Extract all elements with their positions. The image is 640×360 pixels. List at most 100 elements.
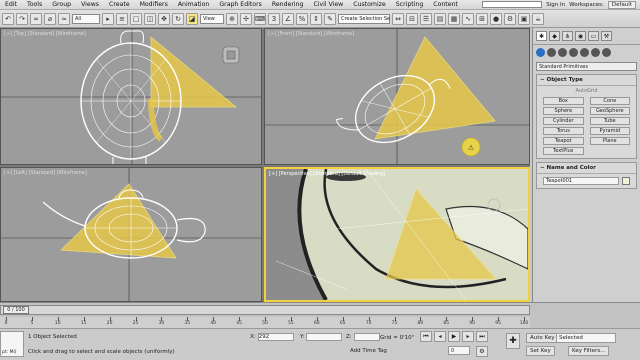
undo-icon[interactable]: ↶ (2, 12, 14, 25)
viewport-label-top[interactable]: [+] [Top] [Standard] [Wireframe] (4, 31, 86, 37)
graphite-toolbar-icon[interactable]: ▦ (448, 12, 460, 25)
window-crossing-icon[interactable]: ◫ (144, 12, 156, 25)
viewport-front[interactable]: ⚠ [+] [Front] [Standard] [Wireframe] (264, 28, 530, 165)
cylinder-button[interactable]: Cylinder (543, 117, 584, 125)
x-field[interactable]: 292 (257, 333, 294, 341)
edit-named-selection-icon[interactable]: ✎ (324, 12, 336, 25)
object-name-input[interactable]: Teapot001 (543, 177, 619, 185)
snaps-toggle-icon[interactable]: 3 (268, 12, 280, 25)
menu-item-views[interactable]: Views (76, 1, 104, 8)
select-manipulate-icon[interactable]: ✢ (240, 12, 252, 25)
y-field[interactable] (306, 333, 343, 341)
time-slider[interactable]: 0 / 100 (0, 305, 530, 315)
menu-item-customize[interactable]: Customize (348, 1, 390, 8)
curve-editor-icon[interactable]: ∿ (462, 12, 474, 25)
rectangular-selection-icon[interactable]: □ (130, 12, 142, 25)
material-editor-icon[interactable]: ● (490, 12, 502, 25)
spinner-snap-icon[interactable]: ⇕ (310, 12, 322, 25)
spacewarps-category-icon[interactable] (591, 48, 600, 57)
menu-item-create[interactable]: Create (104, 1, 135, 8)
viewport-top[interactable]: [+] [Top] [Standard] [Wireframe] (0, 28, 262, 165)
keyboard-shortcut-icon[interactable]: ⌨ (254, 12, 266, 25)
hierarchy-tab-icon[interactable]: ⋔ (562, 31, 573, 41)
pivot-point-icon[interactable]: ⊕ (226, 12, 238, 25)
scale-icon[interactable]: ◪ (186, 12, 198, 25)
maxscript-listener[interactable]: pt: Mi) (0, 331, 24, 357)
systems-category-icon[interactable] (602, 48, 611, 57)
go-to-end-icon[interactable]: ⏭ (476, 331, 488, 342)
primitive-type-dropdown[interactable]: Standard Primitives (536, 62, 637, 71)
menu-item-civil-view[interactable]: Civil View (308, 1, 348, 8)
layer-explorer-icon[interactable]: ▤ (434, 12, 446, 25)
add-time-tag[interactable]: Add Time Tag (350, 348, 387, 354)
sphere-button[interactable]: Sphere (543, 107, 584, 115)
create-tab-icon[interactable]: ✱ (536, 31, 547, 41)
utilities-tab-icon[interactable]: ⚒ (601, 31, 612, 41)
menu-item-animation[interactable]: Animation (173, 1, 215, 8)
selection-filter-dropdown[interactable]: All (72, 13, 100, 24)
schematic-view-icon[interactable]: ⊞ (476, 12, 488, 25)
sign-in-link[interactable]: Sign In (546, 2, 565, 8)
torus-button[interactable]: Torus (543, 127, 584, 135)
box-button[interactable]: Box (543, 97, 584, 105)
time-slider-thumb[interactable]: 0 / 100 (3, 306, 29, 314)
auto-key-button[interactable]: Auto Key (526, 333, 559, 343)
object-color-swatch[interactable] (622, 177, 630, 185)
bind-space-warp-icon[interactable]: ≈ (58, 12, 70, 25)
key-mode-dropdown[interactable]: Selected (556, 333, 616, 343)
menu-item-scripting[interactable]: Scripting (391, 1, 429, 8)
menu-item-modifiers[interactable]: Modifiers (135, 1, 173, 8)
menu-item-rendering[interactable]: Rendering (267, 1, 309, 8)
redo-icon[interactable]: ↷ (16, 12, 28, 25)
select-by-name-icon[interactable]: ≡ (116, 12, 128, 25)
previous-frame-icon[interactable]: ◂ (434, 331, 446, 342)
lights-category-icon[interactable] (558, 48, 567, 57)
move-icon[interactable]: ✥ (158, 12, 170, 25)
geosphere-button[interactable]: GeoSphere (589, 107, 630, 115)
menu-item-group[interactable]: Group (47, 1, 76, 8)
render-setup-icon[interactable]: ⚙ (504, 12, 516, 25)
link-icon[interactable]: ∞ (30, 12, 42, 25)
viewport-label-perspective[interactable]: [+] [Perspective] [Standard] [Default Sh… (269, 171, 385, 177)
key-filters-button[interactable]: Key Filters... (568, 346, 610, 356)
viewport-label-front[interactable]: [+] [Front] [Standard] [Wireframe] (268, 31, 354, 37)
geometry-category-icon[interactable] (536, 48, 545, 57)
autogrid-checkbox[interactable]: AutoGrid (537, 86, 636, 96)
display-tab-icon[interactable]: ▭ (588, 31, 599, 41)
workspaces-dropdown[interactable]: Default (607, 0, 636, 9)
z-field[interactable] (353, 333, 380, 341)
menu-item-tools[interactable]: Tools (22, 1, 47, 8)
search-input[interactable] (482, 1, 543, 8)
menu-item-content[interactable]: Content (428, 1, 463, 8)
motion-tab-icon[interactable]: ◉ (575, 31, 586, 41)
unlink-icon[interactable]: ⌀ (44, 12, 56, 25)
align-icon[interactable]: ⊟ (406, 12, 418, 25)
object-type-title[interactable]: − Object Type (537, 75, 636, 86)
viewport-left[interactable]: [+] [Left] [Standard] [Wireframe] (0, 167, 262, 302)
play-icon[interactable]: ▶ (448, 331, 460, 342)
plane-button[interactable]: Plane (589, 137, 630, 145)
name-color-title[interactable]: − Name and Color (537, 163, 636, 174)
textplus-button[interactable]: TextPlus (543, 147, 584, 155)
rendered-frame-window-icon[interactable]: ▣ (518, 12, 530, 25)
pyramid-button[interactable]: Pyramid (589, 127, 630, 135)
render-production-icon[interactable]: ☕ (532, 12, 544, 25)
modify-tab-icon[interactable]: ◆ (549, 31, 560, 41)
helpers-category-icon[interactable] (580, 48, 589, 57)
go-to-start-icon[interactable]: ⏮ (420, 331, 432, 342)
teapot-button[interactable]: Teapot (543, 137, 584, 145)
current-frame-input[interactable]: 0 (448, 346, 470, 355)
cone-button[interactable]: Cone (589, 97, 630, 105)
next-frame-icon[interactable]: ▸ (462, 331, 474, 342)
viewport-label-left[interactable]: [+] [Left] [Standard] [Wireframe] (4, 170, 87, 176)
reference-coordinate-dropdown[interactable]: View (200, 13, 224, 24)
time-config-icon[interactable]: ⚙ (476, 346, 488, 357)
menu-item-edit[interactable]: Edit (0, 1, 22, 8)
percent-snap-icon[interactable]: % (296, 12, 308, 25)
rotate-icon[interactable]: ↻ (172, 12, 184, 25)
mirror-icon[interactable]: ⇔ (392, 12, 404, 25)
cameras-category-icon[interactable] (569, 48, 578, 57)
angle-snap-icon[interactable]: ∠ (282, 12, 294, 25)
viewport-perspective[interactable]: [+] [Perspective] [Standard] [Default Sh… (264, 167, 530, 302)
set-key-button[interactable]: Set Key (526, 346, 555, 356)
